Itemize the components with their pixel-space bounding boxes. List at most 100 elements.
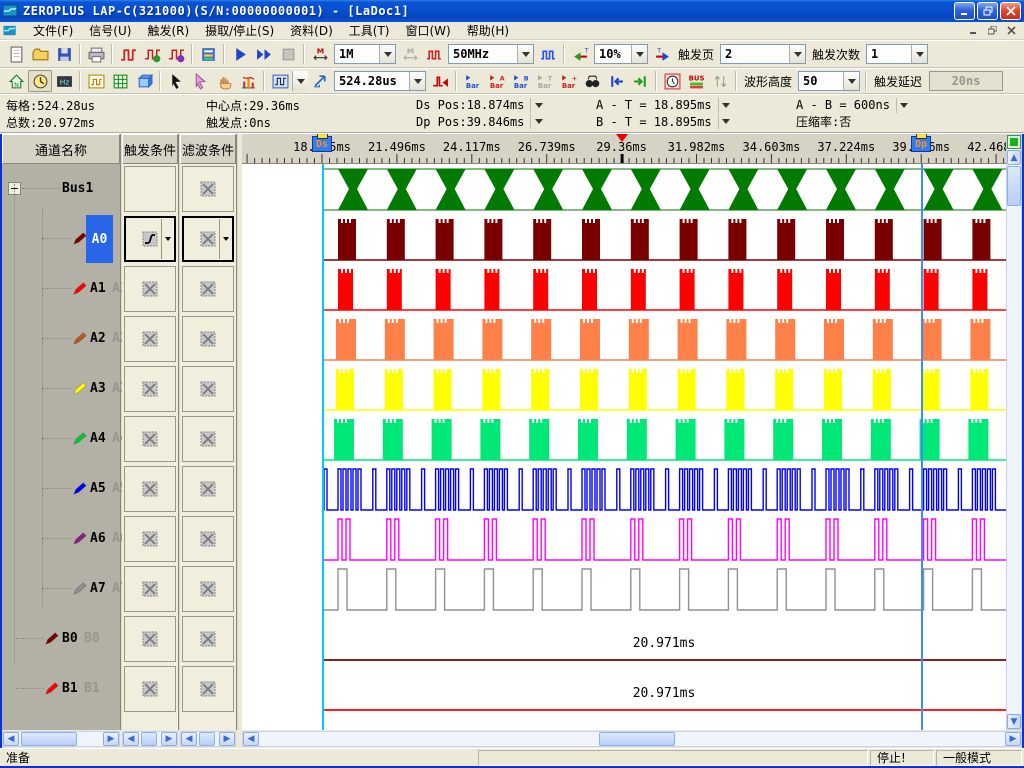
name-panel-scrollbar-right-arrow[interactable]: ▶ bbox=[103, 732, 119, 746]
waveform-mode-icon[interactable] bbox=[268, 70, 292, 92]
channel-row-A6[interactable]: A6A6 bbox=[2, 514, 122, 564]
waveform-panel[interactable]: 18.875ms21.496ms24.117ms26.739ms29.36ms3… bbox=[242, 134, 1006, 730]
trigger-cell-A6[interactable] bbox=[124, 516, 176, 562]
mdi-restore-button[interactable] bbox=[984, 23, 1001, 38]
bar-blue-icon[interactable]: Bar bbox=[460, 70, 484, 92]
filter-panel-scrollbar[interactable]: ◀▶ bbox=[180, 731, 236, 747]
wave-height-combo-dropdown[interactable] bbox=[843, 72, 859, 90]
trigger-property-icon[interactable] bbox=[140, 43, 164, 65]
print-icon[interactable] bbox=[84, 43, 108, 65]
trigger-panel-scrollbar-right-arrow[interactable]: ▶ bbox=[161, 732, 177, 746]
save-file-icon[interactable] bbox=[52, 43, 76, 65]
pen-icon-A2[interactable] bbox=[72, 331, 87, 346]
filter-cell-B1[interactable] bbox=[182, 666, 234, 712]
filter-cell-A2[interactable] bbox=[182, 316, 234, 362]
channel-row-A7[interactable]: A7A7 bbox=[2, 564, 122, 614]
trigger-panel-scrollbar-left-arrow[interactable]: ◀ bbox=[123, 732, 139, 746]
memory-depth-combo-dropdown[interactable] bbox=[379, 45, 395, 63]
channel-row-A4[interactable]: A4A4 bbox=[2, 414, 122, 464]
pen-icon-A7[interactable] bbox=[72, 581, 87, 596]
selected-channel-highlight[interactable]: A0 bbox=[86, 215, 113, 263]
sample-frequency-combo-dropdown[interactable] bbox=[517, 45, 533, 63]
frequency-icon[interactable]: Hz bbox=[52, 70, 76, 92]
bus-analysis-icon[interactable] bbox=[196, 43, 220, 65]
memory-depth-gray-icon[interactable]: M bbox=[398, 43, 422, 65]
channel-label-A1[interactable]: A1 bbox=[90, 281, 106, 296]
channel-label-A5[interactable]: A5 bbox=[90, 481, 106, 496]
name-panel-scrollbar-track[interactable] bbox=[19, 732, 103, 746]
time-per-div-combo[interactable]: 524.28us bbox=[334, 71, 426, 91]
open-file-icon[interactable] bbox=[28, 43, 52, 65]
trigger-cell-A7[interactable] bbox=[124, 566, 176, 612]
vertical-scrollbar[interactable]: ▲ ▼ bbox=[1006, 134, 1022, 730]
memory-depth-icon[interactable]: M bbox=[308, 43, 332, 65]
waveform-window-icon[interactable] bbox=[84, 70, 108, 92]
name-panel-scrollbar-left-arrow[interactable]: ◀ bbox=[3, 732, 19, 746]
trigger-position-combo-dropdown[interactable] bbox=[631, 45, 647, 63]
restore-button[interactable] bbox=[977, 2, 998, 20]
trigger-page-combo-dropdown[interactable] bbox=[789, 45, 805, 63]
trigger-panel-scrollbar[interactable]: ◀▶ bbox=[122, 731, 178, 747]
trigger-cell-B0[interactable] bbox=[124, 616, 176, 662]
trigger-cell-A0[interactable] bbox=[124, 216, 176, 262]
ds-marker-icon[interactable]: Ds bbox=[312, 136, 332, 152]
statistics-icon[interactable] bbox=[236, 70, 260, 92]
channel-label-Bus1[interactable]: Bus1 bbox=[62, 181, 93, 196]
waveform-hscrollbar[interactable]: ◀▶ bbox=[242, 731, 1022, 747]
navigator-icon[interactable] bbox=[132, 70, 156, 92]
filter-cell-A4[interactable] bbox=[182, 416, 234, 462]
channel-label-A3[interactable]: A3 bbox=[90, 381, 106, 396]
info-dropdown-4-top[interactable] bbox=[896, 98, 912, 113]
name-panel-scrollbar-thumb[interactable] bbox=[21, 732, 77, 746]
waveform-canvas[interactable]: 20.971ms20.971ms bbox=[242, 164, 1006, 730]
minimize-button[interactable] bbox=[954, 2, 975, 20]
filter-dropdown-A0[interactable] bbox=[219, 219, 231, 259]
filter-panel-scrollbar-right-arrow[interactable]: ▶ bbox=[219, 732, 235, 746]
bus-setting-icon[interactable]: BUS bbox=[684, 70, 708, 92]
wave-scroll-thumb[interactable] bbox=[599, 732, 675, 746]
filter-cell-A3[interactable] bbox=[182, 366, 234, 412]
repeated-acquisition-icon[interactable] bbox=[252, 43, 276, 65]
channel-row-A3[interactable]: A3A3 bbox=[2, 364, 122, 414]
note-cursor-icon[interactable] bbox=[188, 70, 212, 92]
pen-icon-B1[interactable] bbox=[44, 681, 59, 696]
find-icon[interactable] bbox=[580, 70, 604, 92]
scroll-down-button[interactable]: ▼ bbox=[1007, 714, 1021, 729]
stop-acquisition-icon[interactable] bbox=[276, 43, 300, 65]
hand-tool-icon[interactable] bbox=[212, 70, 236, 92]
menu-item-7[interactable]: 帮助(H) bbox=[459, 21, 517, 40]
menu-item-1[interactable]: 信号(U) bbox=[81, 21, 139, 40]
pen-icon-A4[interactable] bbox=[72, 431, 87, 446]
info-dropdown-3-bottom[interactable] bbox=[718, 114, 734, 129]
mdi-minimize-button[interactable] bbox=[965, 23, 982, 38]
channel-row-B0[interactable]: B0B0 bbox=[2, 614, 122, 664]
channel-label-A4[interactable]: A4 bbox=[90, 431, 106, 446]
pen-icon-A0[interactable] bbox=[72, 231, 87, 246]
trigger-dropdown-A0[interactable] bbox=[161, 219, 173, 259]
trigger-cell-B1[interactable] bbox=[124, 666, 176, 712]
filter-cell-A1[interactable] bbox=[182, 266, 234, 312]
name-panel-scrollbar[interactable]: ◀▶ bbox=[2, 731, 120, 747]
waveform-mode-dropdown[interactable] bbox=[292, 71, 308, 91]
channel-row-A0[interactable]: A0 bbox=[2, 214, 122, 264]
channel-row-Bus1[interactable]: −Bus1 bbox=[2, 164, 122, 214]
wave-scroll-right-arrow[interactable]: ▶ bbox=[1005, 732, 1021, 746]
channel-row-A2[interactable]: A2A2 bbox=[2, 314, 122, 364]
filter-panel-scrollbar-thumb[interactable] bbox=[199, 732, 215, 746]
filter-panel-scrollbar-track[interactable] bbox=[197, 732, 219, 746]
goto-trigger-icon[interactable] bbox=[428, 70, 452, 92]
trigger-cell-A3[interactable] bbox=[124, 366, 176, 412]
dp-marker-line[interactable] bbox=[921, 164, 923, 730]
t-bar-icon[interactable]: TBar bbox=[532, 70, 556, 92]
trigger-panel-scrollbar-track[interactable] bbox=[139, 732, 161, 746]
wave-scroll-track[interactable] bbox=[259, 732, 1005, 746]
time-per-div-combo-dropdown[interactable] bbox=[409, 72, 425, 90]
menu-item-3[interactable]: 摄取/停止(S) bbox=[197, 21, 282, 40]
dp-marker-icon[interactable]: Dp bbox=[911, 136, 931, 152]
fullscreen-mini-button[interactable] bbox=[1007, 135, 1021, 149]
single-acquisition-icon[interactable] bbox=[228, 43, 252, 65]
trigger-count-combo-dropdown[interactable] bbox=[911, 45, 927, 63]
channel-label-B0[interactable]: B0 bbox=[62, 631, 78, 646]
info-dropdown-2-top[interactable] bbox=[530, 98, 546, 113]
updown-gray-icon[interactable] bbox=[708, 70, 732, 92]
